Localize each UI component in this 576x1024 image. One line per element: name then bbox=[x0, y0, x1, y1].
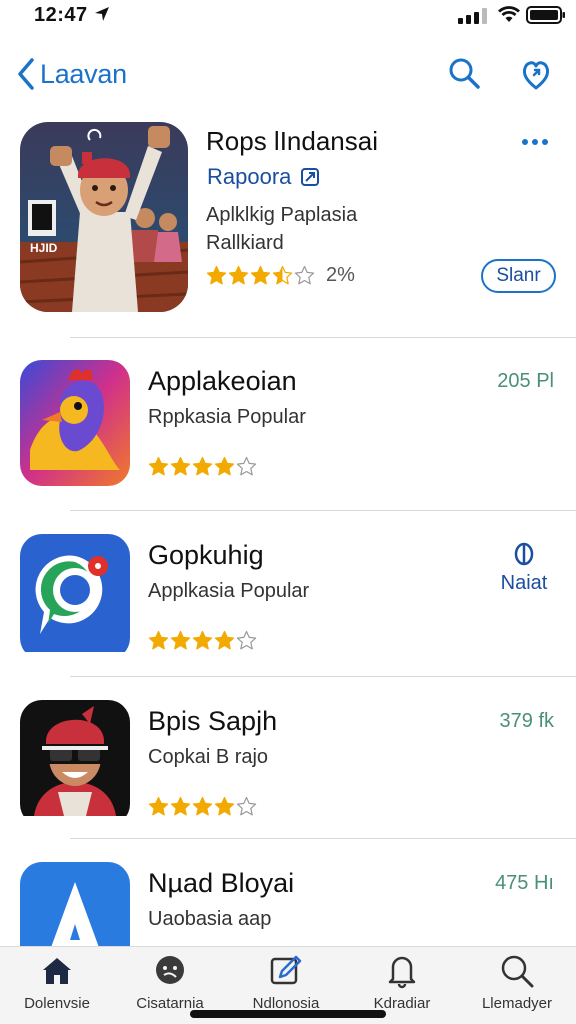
app-name: Nµad Bloyai bbox=[148, 868, 295, 898]
star-icon bbox=[192, 796, 213, 816]
download-icon bbox=[514, 542, 534, 566]
star-icon bbox=[214, 796, 235, 816]
divider bbox=[70, 337, 576, 338]
star-icon bbox=[192, 630, 213, 650]
wifi-icon bbox=[498, 6, 520, 22]
back-label: Laavan bbox=[40, 58, 127, 89]
rating-text: 2% bbox=[326, 264, 355, 286]
tab-edit[interactable]: Ndlonosia bbox=[231, 953, 341, 1012]
star-icon bbox=[170, 796, 191, 816]
star-icon bbox=[148, 796, 169, 816]
app-icon bbox=[20, 700, 130, 826]
search-icon bbox=[501, 955, 534, 988]
featured-app-subtitle: Rallkiard bbox=[206, 232, 284, 254]
divider bbox=[70, 510, 576, 511]
back-button[interactable]: Laavan bbox=[14, 54, 127, 94]
tab-chat[interactable]: Cisatarnia bbox=[115, 953, 225, 1012]
app-category: Rppkasia Popular bbox=[148, 406, 306, 428]
star-icon bbox=[214, 630, 235, 650]
star-icon bbox=[206, 265, 227, 285]
external-link-icon bbox=[301, 168, 320, 186]
app-open-button[interactable]: Naiat bbox=[494, 542, 554, 595]
list-item[interactable]: Bpis Sapjh Copkai B rajo 379 fk bbox=[0, 700, 576, 850]
app-category: Applkasia Popular bbox=[148, 580, 310, 602]
star-icon bbox=[192, 456, 213, 476]
home-indicator bbox=[190, 1010, 386, 1018]
app-name: Gopkuhig bbox=[148, 540, 264, 570]
character-illustration: HJID bbox=[20, 122, 188, 312]
tab-label: Dolenvsie bbox=[24, 995, 90, 1012]
tab-notifications[interactable]: Kdradiar bbox=[347, 953, 457, 1012]
app-category: Copkai B rajo bbox=[148, 746, 269, 768]
home-icon bbox=[43, 958, 71, 984]
tab-today[interactable]: Dolenvsie bbox=[2, 953, 112, 1012]
location-arrow-icon bbox=[95, 7, 109, 21]
list-item[interactable]: Applakeoian Rppkasia Popular 205 Pl bbox=[0, 360, 576, 510]
navigation-bar: Laavan bbox=[0, 48, 576, 100]
status-bar: 12:47 bbox=[0, 0, 576, 40]
art-badge-text: HJID bbox=[30, 241, 58, 255]
star-icon bbox=[294, 265, 315, 285]
star-icon bbox=[236, 796, 257, 816]
app-price[interactable]: 475 Hı bbox=[495, 872, 554, 895]
chat-bubble-icon bbox=[20, 534, 130, 652]
chevron-left-icon bbox=[18, 58, 34, 90]
app-price[interactable]: 379 fk bbox=[500, 710, 554, 733]
star-icon bbox=[228, 265, 249, 285]
app-price[interactable]: 205 Pl bbox=[497, 370, 554, 393]
list-item[interactable]: Gopkuhig Applkasia Popular Naiat bbox=[0, 534, 576, 684]
divider bbox=[70, 676, 576, 677]
app-name: Bpis Sapjh bbox=[148, 706, 278, 736]
divider bbox=[70, 838, 576, 839]
cellular-signal-icon bbox=[458, 8, 487, 24]
featured-app-title: Rops lIndansai bbox=[206, 126, 378, 156]
star-rating bbox=[148, 630, 258, 651]
featured-app-developer[interactable]: Rapoora bbox=[207, 164, 321, 190]
more-options-icon[interactable] bbox=[520, 136, 550, 148]
edit-icon bbox=[270, 955, 302, 985]
star-icon bbox=[236, 456, 257, 476]
developer-name: Rapoora bbox=[207, 164, 292, 189]
bell-icon bbox=[388, 956, 416, 989]
star-icon bbox=[272, 265, 293, 285]
app-icon bbox=[20, 360, 130, 486]
get-button[interactable]: Slanr bbox=[481, 259, 556, 293]
tab-label: Llemadyer bbox=[481, 995, 553, 1012]
battery-icon bbox=[526, 6, 565, 24]
app-name: Applakeoian bbox=[148, 366, 297, 396]
tab-search[interactable]: Llemadyer bbox=[462, 953, 572, 1012]
star-icon bbox=[236, 630, 257, 650]
search-icon[interactable] bbox=[447, 56, 481, 90]
star-rating bbox=[148, 796, 258, 817]
status-time: 12:47 bbox=[34, 4, 88, 26]
star-rating bbox=[148, 456, 258, 477]
app-action-label: Naiat bbox=[500, 572, 548, 594]
app-icon bbox=[20, 534, 130, 660]
featured-app-category: Aplklkig Paplasia bbox=[206, 204, 358, 226]
star-icon bbox=[148, 630, 169, 650]
share-icon[interactable] bbox=[518, 56, 554, 92]
rooster-icon bbox=[20, 360, 130, 486]
chat-icon bbox=[156, 956, 184, 984]
sunglasses-character-icon bbox=[20, 700, 130, 816]
star-rating bbox=[206, 265, 316, 286]
app-category: Uaobasia aap bbox=[148, 908, 272, 930]
star-icon bbox=[170, 630, 191, 650]
featured-app-rating: 2% bbox=[206, 264, 355, 287]
star-icon bbox=[214, 456, 235, 476]
featured-app[interactable]: HJID Rops lIndansai Rapoora Aplklkig Pap… bbox=[0, 118, 576, 328]
star-icon bbox=[170, 456, 191, 476]
featured-app-artwork[interactable]: HJID bbox=[20, 122, 188, 312]
star-icon bbox=[148, 456, 169, 476]
star-icon bbox=[250, 265, 271, 285]
